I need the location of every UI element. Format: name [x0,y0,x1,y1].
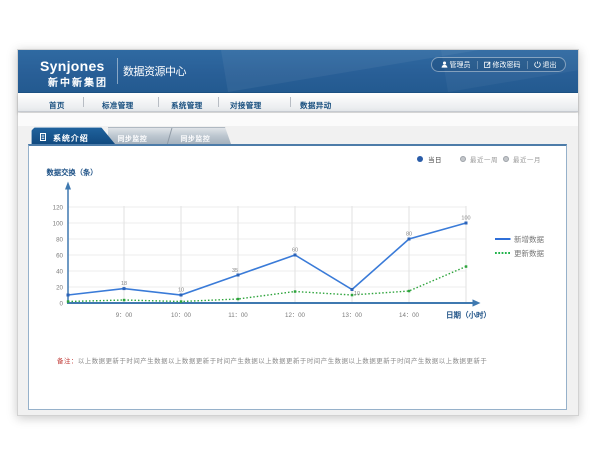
svg-text:12：00: 12：00 [285,312,306,319]
svg-text:100: 100 [53,221,64,228]
svg-text:35: 35 [232,268,238,274]
svg-text:18: 18 [121,281,127,287]
svg-text:10：00: 10：00 [171,312,192,319]
svg-text:9：00: 9：00 [116,312,133,319]
svg-text:日期（小时）: 日期（小时） [446,310,491,320]
svg-text:14：00: 14：00 [399,312,420,319]
svg-text:100: 100 [461,216,470,222]
svg-text:更新数据: 更新数据 [514,248,544,258]
svg-text:60: 60 [292,248,298,254]
svg-text:80: 80 [56,237,63,244]
svg-text:10: 10 [178,288,184,294]
svg-text:10: 10 [354,291,360,297]
svg-text:数据交换（条）: 数据交换（条） [47,168,98,177]
svg-text:13：00: 13：00 [342,312,363,319]
svg-text:120: 120 [53,205,64,212]
svg-text:80: 80 [406,232,412,238]
svg-text:新增数据: 新增数据 [514,234,544,244]
svg-text:60: 60 [56,253,63,260]
svg-text:0: 0 [60,301,64,308]
svg-text:40: 40 [56,269,63,276]
svg-text:11：00: 11：00 [228,312,248,319]
svg-text:20: 20 [56,285,63,292]
